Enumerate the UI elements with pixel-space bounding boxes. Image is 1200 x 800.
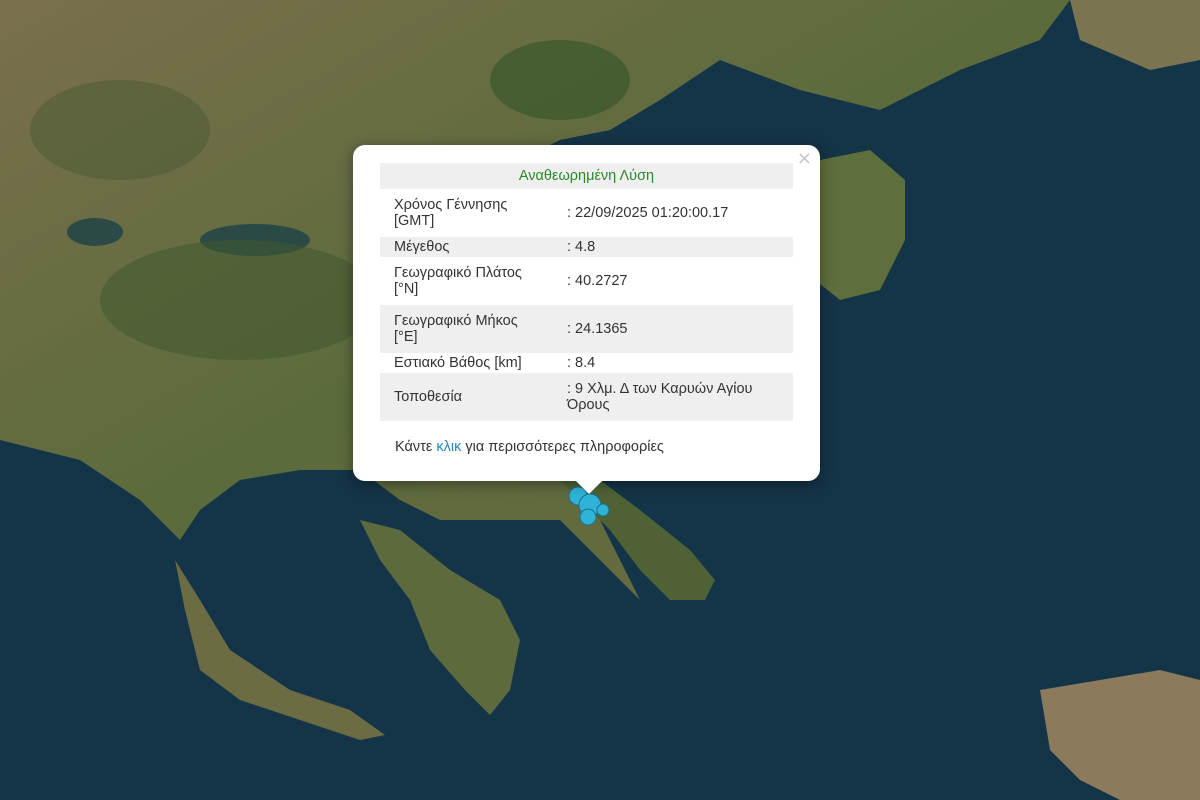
- earthquake-marker[interactable]: [579, 508, 597, 526]
- mountain-shading: [30, 80, 210, 180]
- row-value: : 8.4: [567, 355, 596, 371]
- more-info-text: Κάντε κλικ για περισσότερες πληροφορίες: [395, 439, 664, 455]
- mountain-shading: [100, 240, 380, 360]
- lake-koroneia: [67, 218, 123, 246]
- table-row: Γεωγραφικό Πλάτος [°N] : 40.2727: [380, 257, 793, 305]
- table-row: Μέγεθος : 4.8: [380, 237, 793, 257]
- popup-title: Αναθεωρημένη Λύση: [380, 163, 793, 189]
- row-label: Μέγεθος: [380, 237, 553, 257]
- earthquake-info-popup: × Αναθεωρημένη Λύση Χρόνος Γέννησης [GMT…: [353, 145, 820, 481]
- earthquake-info-table: Αναθεωρημένη Λύση Χρόνος Γέννησης [GMT] …: [380, 163, 793, 421]
- more-info-suffix: για περισσότερες πληροφορίες: [461, 439, 664, 455]
- row-value: : 40.2727: [567, 273, 628, 289]
- table-row: Χρόνος Γέννησης [GMT] : 22/09/2025 01:20…: [380, 189, 793, 237]
- row-value: : 22/09/2025 01:20:00.17: [567, 205, 729, 221]
- row-label: Τοποθεσία: [380, 373, 553, 421]
- row-value: : 4.8: [553, 237, 793, 257]
- row-label: Γεωγραφικό Μήκος [°E]: [380, 305, 553, 353]
- row-value: : 24.1365: [553, 305, 793, 353]
- table-row: Τοποθεσία : 9 Χλμ. Δ των Καρυών Αγίου Όρ…: [380, 373, 793, 421]
- earthquake-marker[interactable]: [596, 503, 610, 517]
- more-info-link[interactable]: κλικ: [436, 439, 461, 455]
- mountain-shading: [490, 40, 630, 120]
- table-row: Γεωγραφικό Μήκος [°E] : 24.1365: [380, 305, 793, 353]
- table-row: Εστιακό Βάθος [km] : 8.4: [380, 353, 793, 373]
- close-icon[interactable]: ×: [797, 149, 812, 169]
- row-label: Εστιακό Βάθος [km]: [394, 355, 522, 371]
- row-value: : 9 Χλμ. Δ των Καρυών Αγίου Όρους: [553, 373, 793, 421]
- popup-tip: [575, 480, 603, 494]
- row-label: Χρόνος Γέννησης [GMT]: [394, 197, 508, 229]
- table-header-row: Αναθεωρημένη Λύση: [380, 163, 793, 189]
- more-info-prefix: Κάντε: [395, 439, 437, 455]
- row-label: Γεωγραφικό Πλάτος [°N]: [394, 265, 522, 297]
